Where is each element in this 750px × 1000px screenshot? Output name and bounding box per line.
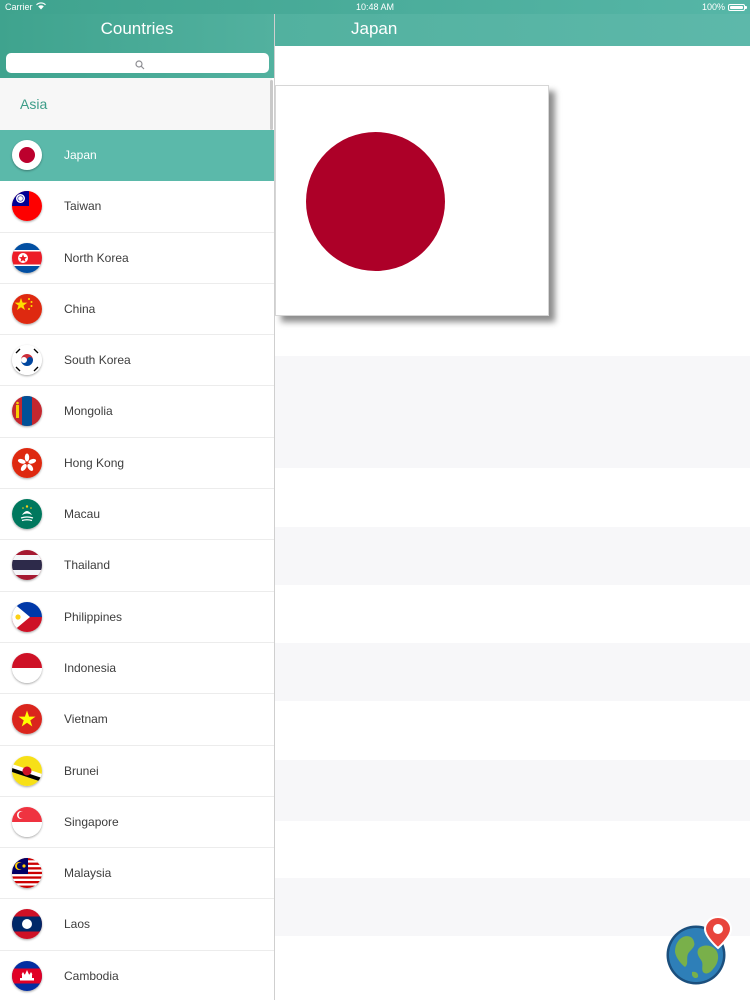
status-bar: Carrier 10:48 AM 100% — [0, 0, 750, 14]
country-row-south-korea[interactable]: South Korea — [0, 335, 274, 387]
country-name: South Korea — [64, 353, 131, 368]
flag-cambodia-icon — [12, 960, 42, 991]
flag-philippines-icon — [12, 601, 42, 632]
country-row-vietnam[interactable]: Vietnam — [0, 694, 274, 746]
battery-icon — [728, 3, 747, 11]
detail-row-background — [275, 643, 750, 701]
country-row-cambodia[interactable]: Cambodia — [0, 951, 274, 1000]
flag-china-icon — [12, 293, 42, 324]
country-name: Taiwan — [64, 199, 102, 214]
country-row-mongolia[interactable]: Mongolia — [0, 386, 274, 438]
section-header: Asia — [0, 78, 272, 130]
battery-percent: 100% — [701, 2, 725, 12]
globe-map-pin-icon[interactable] — [666, 914, 734, 986]
country-row-north-korea[interactable]: North Korea — [0, 233, 274, 284]
country-row-singapore[interactable]: Singapore — [0, 797, 274, 849]
detail-title: Japan — [351, 19, 398, 38]
country-row-china[interactable]: China — [0, 284, 274, 336]
country-row-thailand[interactable]: Thailand — [0, 540, 274, 592]
country-row-laos[interactable]: Laos — [0, 899, 274, 951]
flag-north-korea-icon — [12, 242, 42, 273]
flag-hong-kong-icon — [12, 447, 42, 478]
countries-panel: Countries Asia Japan Taiwan North Korea … — [0, 0, 274, 1000]
country-row-philippines[interactable]: Philippines — [0, 592, 274, 643]
country-name: Macau — [64, 507, 101, 522]
country-list: Japan Taiwan North Korea China South Kor… — [0, 130, 274, 1000]
flag-taiwan-icon — [12, 191, 42, 222]
flag-japan-icon — [12, 140, 42, 170]
flag-malaysia-icon — [12, 858, 42, 889]
country-row-hong-kong[interactable]: Hong Kong — [0, 438, 274, 490]
scroll-indicator[interactable] — [270, 80, 273, 130]
flag-disc — [306, 132, 445, 271]
country-name: Malaysia — [64, 866, 112, 881]
country-name: Indonesia — [64, 660, 117, 675]
flag-mongolia-icon — [12, 396, 42, 427]
country-row-indonesia[interactable]: Indonesia — [0, 643, 274, 695]
flag-laos-icon — [12, 909, 42, 940]
detail-panel: Japan — [275, 0, 750, 1000]
flag-macau-icon — [12, 499, 42, 530]
detail-row-background — [275, 760, 750, 821]
country-name: China — [64, 301, 96, 316]
detail-row-background — [275, 356, 750, 468]
flag-singapore-icon — [12, 806, 42, 837]
countries-title: Countries — [100, 19, 174, 38]
country-name: Japan — [64, 148, 97, 162]
flag-south-korea-icon — [12, 345, 42, 376]
flag-brunei-icon — [12, 755, 42, 786]
flag-thailand-icon — [12, 550, 42, 581]
battery-indicator: 100% — [701, 2, 747, 12]
section-title-asia: Asia — [20, 96, 48, 112]
country-row-malaysia[interactable]: Malaysia — [0, 848, 274, 900]
country-row-japan[interactable]: Japan — [0, 130, 274, 182]
country-name: Mongolia — [64, 404, 113, 419]
country-name: Laos — [64, 917, 91, 932]
country-name: Cambodia — [64, 968, 119, 983]
flag-vietnam-icon — [12, 704, 42, 735]
country-name: Thailand — [64, 558, 111, 573]
country-row-macau[interactable]: Macau — [0, 489, 274, 541]
search-bar[interactable] — [6, 52, 269, 75]
country-name: Singapore — [64, 814, 119, 829]
country-name: Vietnam — [64, 712, 108, 727]
detail-row-background — [275, 527, 750, 585]
country-row-taiwan[interactable]: Taiwan — [0, 181, 274, 233]
flag-indonesia-icon — [12, 652, 42, 683]
country-name: Brunei — [64, 763, 99, 778]
country-row-brunei[interactable]: Brunei — [0, 746, 274, 797]
country-name: Hong Kong — [64, 455, 125, 470]
status-time: 10:48 AM — [355, 2, 395, 12]
flag-japan-large-icon — [275, 85, 549, 316]
search-icon — [135, 57, 145, 75]
country-name: Philippines — [64, 609, 123, 624]
country-name: North Korea — [64, 250, 129, 265]
